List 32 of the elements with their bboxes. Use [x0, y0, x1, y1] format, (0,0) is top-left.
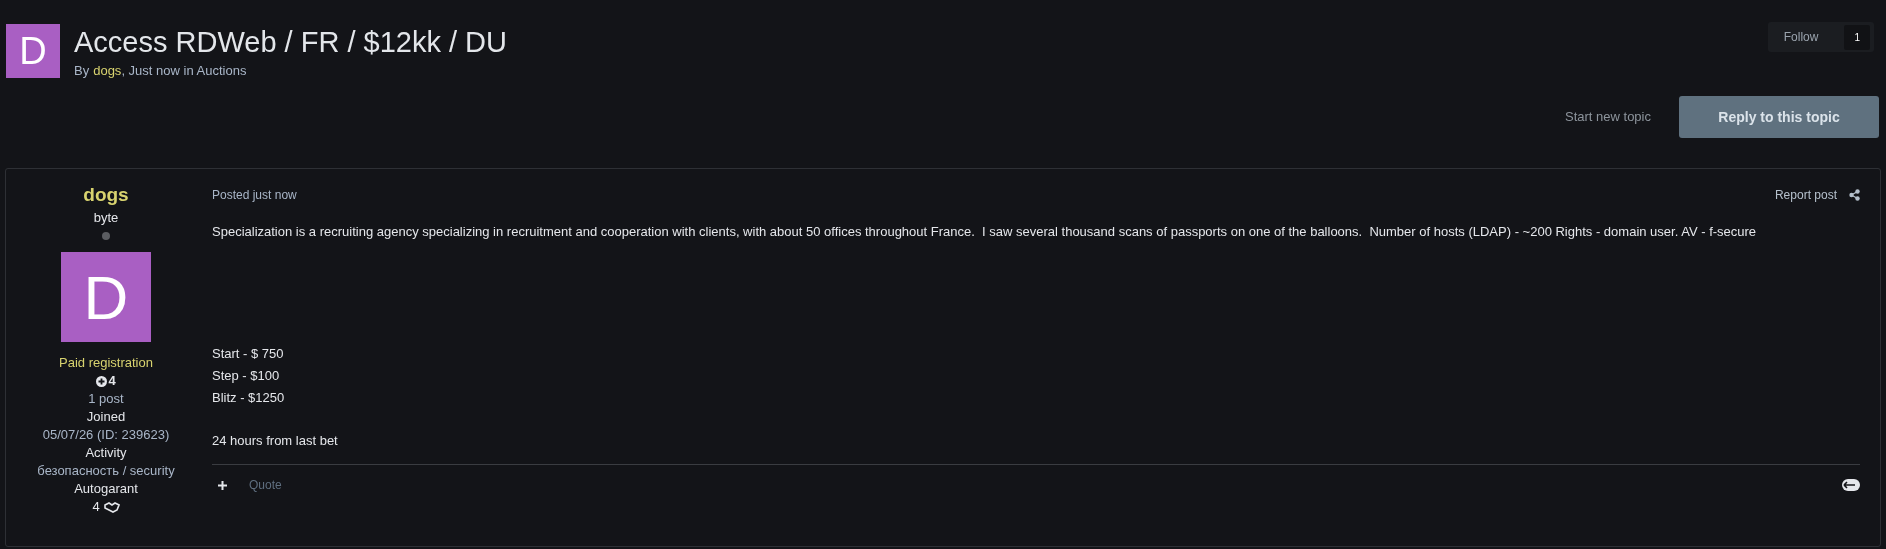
topic-avatar: D — [6, 24, 60, 78]
post-count: 1 post — [88, 390, 124, 408]
field-label: Activity — [85, 444, 127, 462]
plus-circle-icon — [96, 375, 108, 387]
group-name: Paid registration — [59, 354, 153, 372]
field-value: 4 — [92, 498, 100, 516]
author-rank: byte — [93, 209, 119, 227]
topic-title: Access RDWeb / FR / $12kk / DU — [74, 25, 507, 60]
field-label: Autogarant — [74, 480, 138, 498]
post-paragraph: Specialization is a recruiting agency specializing in recruitment and cooperation with clients, with about 50 offices throughout France. I saw several thousand scans of passports on one of the balloons. Number of hosts (LDAP) - ~200 Rights - domain user. AV - f-secure — [212, 223, 1758, 241]
field-value: безопасность / security — [37, 462, 175, 480]
author-avatar: D — [61, 252, 151, 342]
start-topic-link[interactable]: Start new topic — [1565, 107, 1651, 127]
term-line: Blitz - $1250 — [212, 389, 286, 407]
field-value: 05/07/26 (ID: 239623) — [42, 426, 170, 444]
post-note: 24 hours from last bet — [212, 432, 339, 450]
field-label: Joined — [86, 408, 126, 426]
reply-button[interactable]: Reply to this topic — [1679, 96, 1879, 138]
report-link[interactable]: Report post — [1774, 186, 1837, 204]
follow-button[interactable]: Follow 1 — [1767, 22, 1874, 52]
term-line: Step - $100 — [212, 367, 281, 385]
follow-count: 1 — [1844, 24, 1870, 50]
reaction-icon[interactable] — [1842, 479, 1860, 491]
post-date: Posted just now — [212, 187, 297, 204]
quote-link[interactable]: Quote — [249, 476, 282, 494]
reputation-count: 4 — [108, 372, 116, 390]
byline-prefix: By — [74, 62, 90, 80]
author-name[interactable]: dogs — [83, 183, 129, 207]
share-icon[interactable] — [1849, 189, 1860, 201]
term-line: Start - $ 750 — [212, 345, 285, 363]
byline-text: , Just now in Auctions — [121, 62, 247, 80]
plus-icon[interactable] — [218, 480, 227, 490]
